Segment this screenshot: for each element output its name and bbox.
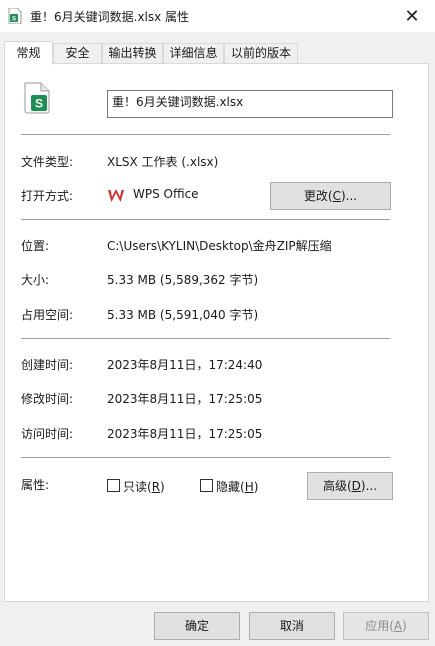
apply-button[interactable]: 应用(A) <box>343 612 429 640</box>
file-type-label: 文件类型: <box>21 155 74 169</box>
tab-security[interactable]: 安全 <box>53 43 102 64</box>
size-on-disk-value: 5.33 MB (5,591,040 字节) <box>107 308 259 322</box>
separator <box>21 338 390 339</box>
location-label: 位置: <box>21 239 50 253</box>
accessed-value: 2023年8月11日，17:25:05 <box>107 427 263 441</box>
separator <box>21 134 390 135</box>
separator <box>21 219 390 220</box>
file-name-input[interactable]: 重！6月关键词数据.xlsx <box>107 90 393 118</box>
created-value: 2023年8月11日，17:24:40 <box>107 358 263 372</box>
window-title: 重！6月关键词数据.xlsx 属性 <box>30 10 190 24</box>
separator <box>21 457 390 458</box>
file-icon-letter: S <box>35 97 43 111</box>
location-value: C:\Users\KYLIN\Desktop\金舟ZIP解压缩 <box>107 239 332 253</box>
size-on-disk-label: 占用空间: <box>21 308 74 322</box>
hidden-checkbox[interactable] <box>200 479 213 492</box>
readonly-checkbox[interactable] <box>107 479 120 492</box>
close-button[interactable]: ✕ <box>389 0 435 32</box>
title-bar: S 重！6月关键词数据.xlsx 属性 ✕ <box>0 0 435 32</box>
tab-strip: 常规 安全 输出转换 详细信息 以前的版本 <box>4 41 434 65</box>
sheets-file-icon: S <box>8 8 22 24</box>
modified-value: 2023年8月11日，17:25:05 <box>107 392 263 406</box>
readonly-label[interactable]: 只读(R) <box>123 478 165 495</box>
tab-output-convert[interactable]: 输出转换 <box>102 43 163 64</box>
sheets-file-icon: S <box>24 82 50 114</box>
tab-details[interactable]: 详细信息 <box>163 43 224 64</box>
open-with-label: 打开方式: <box>21 189 74 203</box>
title-icon-letter: S <box>12 17 16 23</box>
size-value: 5.33 MB (5,589,362 字节) <box>107 273 259 287</box>
wps-logo-icon <box>108 189 124 202</box>
created-label: 创建时间: <box>21 358 74 372</box>
hidden-label[interactable]: 隐藏(H) <box>216 478 258 495</box>
open-with-app: WPS Office <box>133 187 199 201</box>
advanced-button[interactable]: 高级(D)... <box>307 472 393 500</box>
accessed-label: 访问时间: <box>21 427 74 441</box>
tab-general[interactable]: 常规 <box>4 41 53 65</box>
modified-label: 修改时间: <box>21 392 74 406</box>
tab-previous-versions[interactable]: 以前的版本 <box>224 43 298 64</box>
close-icon: ✕ <box>404 5 420 27</box>
ok-button[interactable]: 确定 <box>154 612 240 640</box>
size-label: 大小: <box>21 273 50 287</box>
cancel-button[interactable]: 取消 <box>249 612 335 640</box>
general-panel: S 重！6月关键词数据.xlsx 文件类型: XLSX 工作表 (.xlsx) … <box>4 63 429 602</box>
attributes-label: 属性: <box>21 478 50 492</box>
file-type-value: XLSX 工作表 (.xlsx) <box>107 155 219 169</box>
change-button[interactable]: 更改(C)... <box>270 182 391 210</box>
